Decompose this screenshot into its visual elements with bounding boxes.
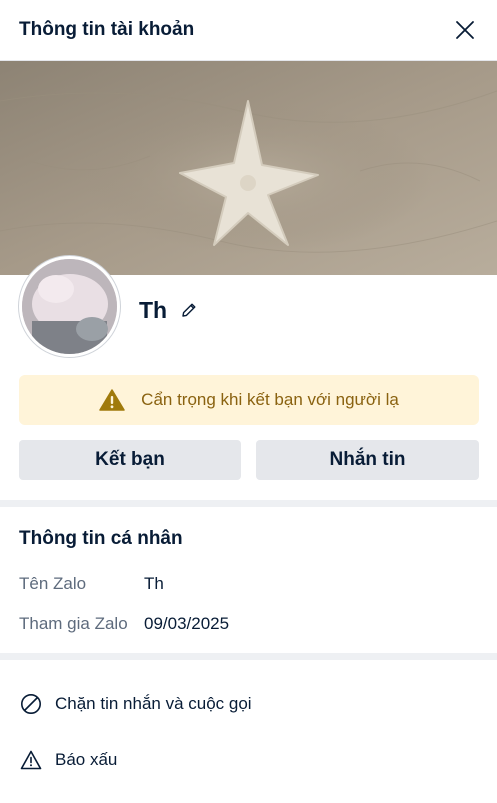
report-label: Báo xấu — [55, 750, 118, 769]
warning-outline-icon — [19, 748, 43, 772]
zalo-name-label: Tên Zalo — [19, 574, 87, 593]
stranger-warning-banner: Cẩn trọng khi kết bạn với người lạ — [19, 375, 479, 425]
block-icon — [19, 692, 43, 716]
panel-header: Thông tin tài khoản — [0, 0, 497, 61]
section-divider — [0, 500, 497, 507]
join-date-label: Tham gia Zalo — [19, 614, 128, 633]
cover-photo[interactable] — [0, 61, 497, 275]
account-info-panel: Thông tin tài khoản Th Cẩn trọng khi kết… — [0, 0, 497, 803]
warning-icon — [99, 389, 125, 411]
block-messages-calls-button[interactable]: Chặn tin nhắn và cuộc gọi — [19, 684, 479, 724]
edit-name-button[interactable] — [179, 300, 199, 320]
section-divider — [0, 653, 497, 660]
zalo-name-value: Th — [144, 574, 164, 593]
warning-text: Cẩn trọng khi kết bạn với người lạ — [141, 390, 399, 409]
pencil-icon — [182, 303, 196, 317]
cover-image — [0, 61, 497, 275]
close-icon — [456, 21, 474, 39]
personal-info-title: Thông tin cá nhân — [19, 528, 183, 549]
send-message-button[interactable]: Nhắn tin — [256, 440, 479, 480]
panel-title: Thông tin tài khoản — [19, 19, 195, 40]
close-button[interactable] — [451, 16, 479, 44]
avatar[interactable] — [19, 256, 120, 357]
report-button[interactable]: Báo xấu — [19, 740, 479, 780]
block-label: Chặn tin nhắn và cuộc gọi — [55, 694, 252, 713]
join-date-value: 09/03/2025 — [144, 614, 230, 633]
display-name: Th — [139, 297, 168, 323]
avatar-image — [22, 259, 117, 354]
add-friend-button[interactable]: Kết bạn — [19, 440, 241, 480]
